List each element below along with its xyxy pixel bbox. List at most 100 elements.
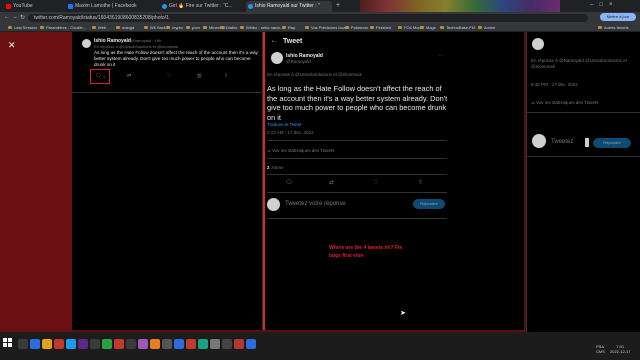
bookmark-item[interactable]: Vos Prévisions local...	[305, 24, 350, 31]
avatar	[532, 134, 546, 148]
compose-input[interactable]: Tweetez	[551, 139, 573, 145]
stats-icon[interactable]: ▥	[197, 73, 202, 79]
forward-icon[interactable]: →	[12, 14, 18, 20]
divider	[527, 156, 640, 157]
retweet-icon[interactable]: ⇄	[329, 179, 334, 186]
close-icon[interactable]: ✕	[8, 40, 16, 51]
reply-count: 1	[103, 74, 106, 79]
share-icon[interactable]: ⇧	[224, 73, 228, 79]
facebook-icon	[68, 4, 73, 9]
taskbar-app-icon[interactable]	[210, 339, 220, 349]
bookmark-item[interactable]: TechnoBase.FM	[440, 24, 475, 31]
bookmark-item[interactable]: Mags	[420, 24, 436, 31]
reply-icon[interactable]: 🗨	[285, 179, 293, 186]
bookmark-item[interactable]: Wii Hack	[144, 24, 166, 31]
bookmark-item[interactable]: Finished	[370, 24, 391, 31]
bookmark-item[interactable]: Web	[92, 24, 106, 31]
reload-icon[interactable]: ↻	[20, 14, 25, 21]
tweet-detail-panel: ← Tweet Ishio Ramoyald @Ramoyald ··· En …	[262, 32, 450, 330]
taskbar-app-icon[interactable]	[186, 339, 196, 349]
bookmark-item[interactable]: Pokemon	[345, 24, 368, 31]
update-button[interactable]: Mettre à jour	[600, 13, 636, 21]
divider	[72, 92, 262, 93]
taskbar-app-icon[interactable]	[234, 339, 244, 349]
taskbar-app-icon[interactable]	[102, 339, 112, 349]
taskbar-app-icon[interactable]	[30, 339, 40, 349]
stats-link[interactable]: ⊿ Voir les statistiques des Tweets	[531, 100, 598, 106]
youtube-icon	[6, 4, 11, 9]
taskbar-app-icon[interactable]	[198, 339, 208, 349]
bookmark-item[interactable]: manga	[116, 24, 134, 31]
tweet-author-handle: @Ramoyald · 16h	[129, 38, 162, 43]
lightbox-margin	[0, 32, 72, 332]
bookmark-item[interactable]: porn	[186, 24, 200, 31]
taskbar-app-icon[interactable]	[114, 339, 124, 349]
retweet-icon[interactable]: ⇄	[127, 73, 131, 79]
tab-twitter-ramoyald[interactable]: Ishio Ramoyald sur Twitter : "	[246, 1, 332, 12]
likes-stat[interactable]: 2 J'aime	[267, 165, 284, 170]
avatar[interactable]	[271, 52, 283, 64]
avatar	[267, 198, 280, 211]
more-icon[interactable]: ···	[438, 53, 444, 59]
bookmark-item[interactable]: Last Session	[8, 24, 37, 31]
reply-button[interactable]: Répondre	[413, 199, 445, 209]
taskbar-app-icon[interactable]	[90, 339, 100, 349]
reply-icon[interactable]: 🗨	[95, 73, 101, 79]
language-indicator[interactable]: FRA CMS	[596, 344, 605, 354]
tab-twitter-girl-fire[interactable]: Girl 🔥 Fire sur Twitter : "C...	[160, 1, 244, 12]
avatar[interactable]	[82, 39, 91, 48]
divider	[267, 218, 447, 219]
panel-header: Tweet	[283, 38, 303, 45]
bookmark-item[interactable]: crypto	[166, 24, 183, 31]
bookmark-item[interactable]: FO4 Mods	[398, 24, 423, 31]
bookmark-item[interactable]: Autres favoris	[598, 24, 628, 31]
windows-start-icon[interactable]	[3, 338, 13, 348]
bookmark-item[interactable]: Rap	[282, 24, 295, 31]
stats-link[interactable]: ⊿ Voir les statistiques des Tweets	[267, 148, 334, 154]
address-bar[interactable]: twitter.com/Ramoyald/status/160436190860…	[28, 14, 588, 22]
tab-youtube[interactable]: YouTube	[4, 1, 64, 12]
browser-tabstrip: YouTube Maxim Lamothe | Facebook Girl 🔥 …	[0, 0, 640, 12]
taskbar-app-icon[interactable]	[126, 339, 136, 349]
divider	[527, 112, 640, 113]
share-icon[interactable]: ⇧	[418, 179, 423, 186]
bookmark-item[interactable]: Diablo	[220, 24, 237, 31]
left-tweet-card: Ishio Ramoyald @Ramoyald · 16h En répons…	[72, 32, 262, 330]
avatar[interactable]	[532, 38, 544, 50]
tab-facebook[interactable]: Maxim Lamothe | Facebook	[66, 1, 156, 12]
tweet-author-handle: @Ramoyald	[286, 59, 311, 64]
like-icon[interactable]: ♡	[167, 73, 171, 79]
translate-link[interactable]: Traduire le Tweet	[267, 122, 302, 127]
taskbar-app-icon[interactable]	[222, 339, 232, 349]
tweet-text: As long as the Hate Follow doesn't affec…	[94, 50, 258, 67]
tweet-timestamp[interactable]: 2:13 AM · 17 déc. 2022	[267, 130, 314, 135]
tweet-timestamp[interactable]: 6:45 PM · 17 déc. 2022	[531, 82, 578, 87]
reply-to: En réponse à @Ramoyald @UnwokSolutions e…	[531, 58, 627, 69]
taskbar-app-icon[interactable]	[78, 339, 88, 349]
bookmark-item[interactable]: Weibo - serio nacio...	[240, 24, 284, 31]
clock[interactable]: 7:01 2022-12-17	[610, 344, 630, 354]
taskbar-app-icon[interactable]	[66, 339, 76, 349]
taskbar-app-icon[interactable]	[138, 339, 148, 349]
tweet-text: As long as the Hate Follow doesn't affec…	[267, 84, 448, 122]
back-icon[interactable]: ←	[4, 14, 10, 20]
reply-to: En réponse à @UnwokSolutions et @elonmus…	[94, 44, 179, 49]
mouse-cursor-icon: ➤	[400, 310, 406, 317]
taskbar-app-icon[interactable]	[150, 339, 160, 349]
reply-input[interactable]: Tweetez votre réponse	[285, 201, 346, 207]
taskbar-app-icon[interactable]	[162, 339, 172, 349]
new-tab-button[interactable]: +	[336, 2, 340, 10]
like-icon[interactable]: ♡	[373, 179, 378, 186]
back-arrow-icon[interactable]: ←	[271, 38, 277, 44]
taskbar-app-icon[interactable]	[54, 339, 64, 349]
annotation-text: Where are the 4 tweets eh? Fix bugs firs…	[329, 245, 403, 259]
taskbar-app-icon[interactable]	[246, 339, 256, 349]
twitter-icon	[248, 4, 253, 9]
bookmark-item[interactable]: Anime	[478, 24, 495, 31]
taskbar-app-icon[interactable]	[18, 339, 28, 349]
bookmark-item[interactable]: Paramètres - Cookie...	[40, 24, 86, 31]
taskbar-app-icon[interactable]	[174, 339, 184, 349]
window-controls[interactable]: –□×	[590, 2, 618, 8]
reply-button[interactable]: Répondre	[593, 138, 631, 148]
taskbar-app-icon[interactable]	[42, 339, 52, 349]
